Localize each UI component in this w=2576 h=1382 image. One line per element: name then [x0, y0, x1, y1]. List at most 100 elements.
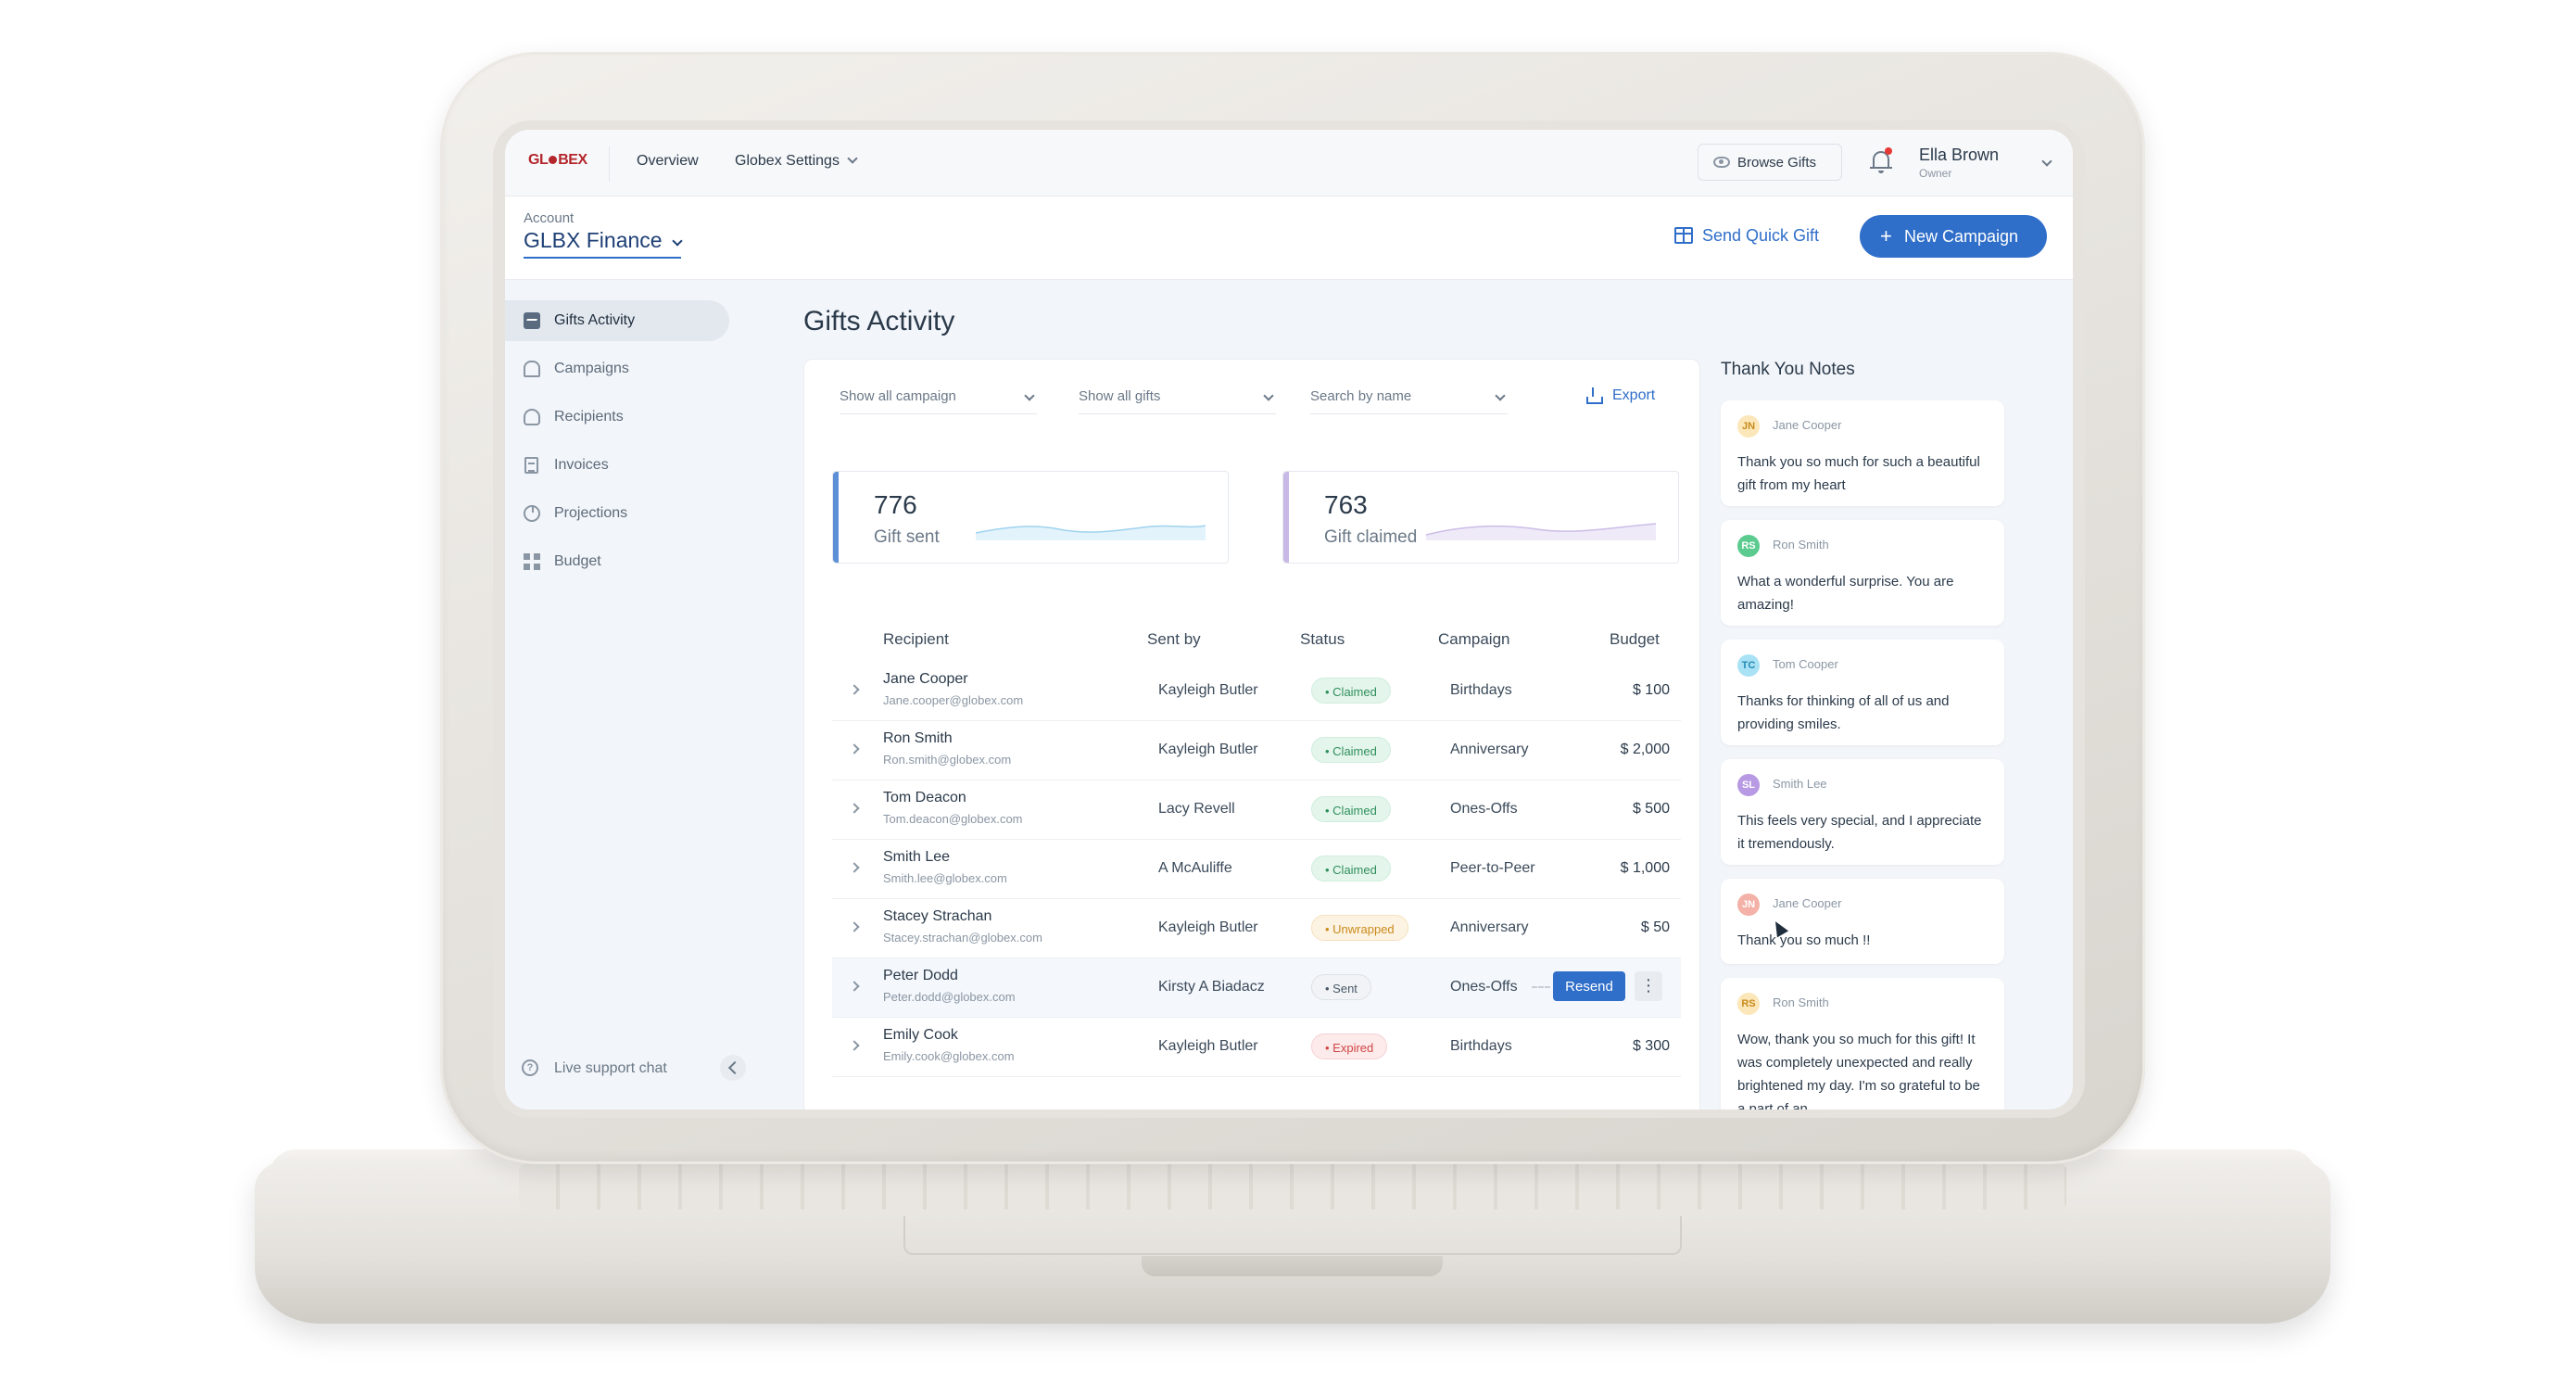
column-header-campaign[interactable]: Campaign: [1438, 630, 1510, 649]
sidebar-item-invoices[interactable]: Invoices: [505, 445, 729, 486]
browse-gifts-label: Browse Gifts: [1737, 155, 1817, 171]
table-row[interactable]: Jane Cooper Jane.cooper@globex.com Kayle…: [832, 662, 1681, 721]
thank-you-note-card[interactable]: JN Jane Cooper Thank you so much !!: [1721, 879, 2004, 964]
avatar: RS: [1737, 993, 1760, 1015]
gifts-filter-select[interactable]: Show all gifts: [1079, 383, 1276, 414]
sidebar-item-budget[interactable]: Budget: [505, 541, 729, 582]
campaign-name: Anniversary: [1450, 919, 1529, 935]
sidebar-item-recipients[interactable]: Recipients: [505, 397, 729, 437]
browse-gifts-button[interactable]: Browse Gifts: [1698, 144, 1842, 181]
sent-by: A McAuliffe: [1158, 860, 1232, 876]
thank-you-note-card[interactable]: RS Ron Smith Wow, thank you so much for …: [1721, 978, 2004, 1109]
collapse-sidebar-button[interactable]: [720, 1055, 746, 1081]
stat-value: 776: [874, 490, 917, 519]
expand-row-icon[interactable]: [849, 684, 860, 695]
chevron-down-icon: [1495, 390, 1506, 401]
user-name[interactable]: Ella Brown: [1919, 146, 1999, 165]
sidebar: Gifts Activity Campaigns Recipients Invo…: [505, 280, 751, 1109]
note-author: Ron Smith: [1773, 995, 1829, 1009]
export-button[interactable]: Export: [1586, 387, 1655, 404]
expand-row-icon[interactable]: [849, 862, 860, 873]
note-author: Jane Cooper: [1773, 896, 1842, 910]
avatar: JN: [1737, 894, 1760, 916]
note-text: What a wonderful surprise. You are amazi…: [1737, 574, 1954, 613]
expand-row-icon[interactable]: [849, 981, 860, 992]
table-row[interactable]: Tom Deacon Tom.deacon@globex.com Lacy Re…: [832, 780, 1681, 840]
note-author: Ron Smith: [1773, 538, 1829, 552]
notifications-bell-icon[interactable]: [1867, 146, 1895, 177]
live-support-chat-link[interactable]: Live support chat: [554, 1060, 667, 1077]
status-badge: • Unwrapped: [1311, 915, 1408, 941]
sidebar-item-label: Invoices: [554, 457, 609, 473]
search-by-name-select[interactable]: Search by name: [1310, 383, 1508, 414]
column-header-status[interactable]: Status: [1300, 630, 1345, 649]
table-row[interactable]: Smith Lee Smith.lee@globex.com A McAulif…: [832, 840, 1681, 899]
new-campaign-button[interactable]: + New Campaign: [1860, 215, 2047, 258]
budget-value: $ 500: [1632, 801, 1670, 817]
thank-you-notes-title: Thank You Notes: [1721, 360, 1855, 379]
note-text: Wow, thank you so much for this gift! It…: [1737, 1032, 1980, 1109]
nav-globex-settings[interactable]: Globex Settings: [735, 153, 858, 170]
column-header-budget[interactable]: Budget: [1610, 630, 1660, 649]
table-row[interactable]: Peter Dodd Peter.dodd@globex.com Kirsty …: [832, 958, 1681, 1018]
sent-by: Kayleigh Butler: [1158, 1038, 1258, 1054]
column-header-sent-by[interactable]: Sent by: [1147, 630, 1201, 649]
budget-value: $ 2,000: [1620, 742, 1670, 757]
send-quick-gift-button[interactable]: Send Quick Gift: [1674, 226, 1819, 246]
account-bar: Account GLBX Finance Send Quick Gift + Ne…: [505, 197, 2073, 280]
column-header-recipient[interactable]: Recipient: [883, 630, 949, 649]
recipient-name: Tom Deacon: [883, 790, 966, 805]
chevron-down-icon: [1024, 390, 1035, 401]
avatar: RS: [1737, 535, 1760, 557]
thank-you-note-card[interactable]: JN Jane Cooper Thank you so much for suc…: [1721, 400, 2004, 506]
expand-row-icon[interactable]: [849, 921, 860, 932]
table-row[interactable]: Ron Smith Ron.smith@globex.com Kayleigh …: [832, 721, 1681, 780]
account-selector[interactable]: GLBX Finance: [524, 228, 683, 259]
status-badge: • Sent: [1311, 974, 1371, 1000]
account-name: GLBX Finance: [524, 228, 663, 252]
sidebar-item-label: Recipients: [554, 409, 624, 425]
gift-icon: [1674, 227, 1693, 244]
resend-button[interactable]: Resend: [1553, 971, 1625, 1001]
note-author: Tom Cooper: [1773, 657, 1838, 671]
stat-accent-bar: [1283, 472, 1289, 563]
recipient-email: Tom.deacon@globex.com: [883, 812, 1023, 826]
campaign-icon: [524, 361, 540, 377]
campaign-filter-select[interactable]: Show all campaign: [840, 383, 1037, 414]
avatar: TC: [1737, 654, 1760, 677]
expand-row-icon[interactable]: [849, 803, 860, 814]
stat-label: Gift claimed: [1324, 527, 1418, 547]
thank-you-note-card[interactable]: SL Smith Lee This feels very special, an…: [1721, 759, 2004, 865]
table-row[interactable]: Stacey Strachan Stacey.strachan@globex.c…: [832, 899, 1681, 958]
export-label: Export: [1612, 387, 1656, 403]
sidebar-item-projections[interactable]: Projections: [505, 493, 729, 534]
gifts-activity-panel: Show all campaign Show all gifts Search …: [803, 359, 1700, 1109]
sparkline-sent: [976, 525, 1206, 540]
recipient-email: Stacey.strachan@globex.com: [883, 931, 1042, 945]
expand-row-icon[interactable]: [849, 743, 860, 754]
sent-by: Lacy Revell: [1158, 801, 1235, 817]
sidebar-item-label: Budget: [554, 553, 601, 569]
laptop-trackpad: [903, 1216, 1682, 1255]
budget-value: $ 300: [1632, 1038, 1670, 1054]
campaign-name: Ones-Offs: [1450, 801, 1518, 817]
recipient-name: Jane Cooper: [883, 671, 968, 687]
stat-accent-bar: [833, 472, 839, 563]
more-options-icon[interactable]: ⋮: [1635, 971, 1662, 1001]
expand-row-icon[interactable]: [849, 1040, 860, 1051]
thank-you-note-card[interactable]: TC Tom Cooper Thanks for thinking of all…: [1721, 640, 2004, 745]
thank-you-note-card[interactable]: RS Ron Smith What a wonderful surprise. …: [1721, 520, 2004, 626]
sidebar-item-campaigns[interactable]: Campaigns: [505, 349, 729, 389]
recipient-name: Stacey Strachan: [883, 908, 992, 924]
sidebar-item-gifts-activity[interactable]: Gifts Activity: [505, 300, 729, 341]
chevron-down-icon: [1263, 390, 1274, 401]
nav-overview[interactable]: Overview: [637, 153, 699, 170]
sidebar-item-label: Campaigns: [554, 361, 629, 376]
note-text: This feels very special, and I appreciat…: [1737, 813, 1982, 852]
laptop-notch: [1142, 1256, 1443, 1276]
user-menu-chevron-icon[interactable]: [2041, 156, 2052, 167]
table-row[interactable]: Emily Cook Emily.cook@globex.com Kayleig…: [832, 1018, 1681, 1077]
send-quick-gift-label: Send Quick Gift: [1702, 226, 1820, 245]
globex-logo[interactable]: GL BEX: [528, 152, 587, 169]
recipient-email: Emily.cook@globex.com: [883, 1049, 1015, 1063]
